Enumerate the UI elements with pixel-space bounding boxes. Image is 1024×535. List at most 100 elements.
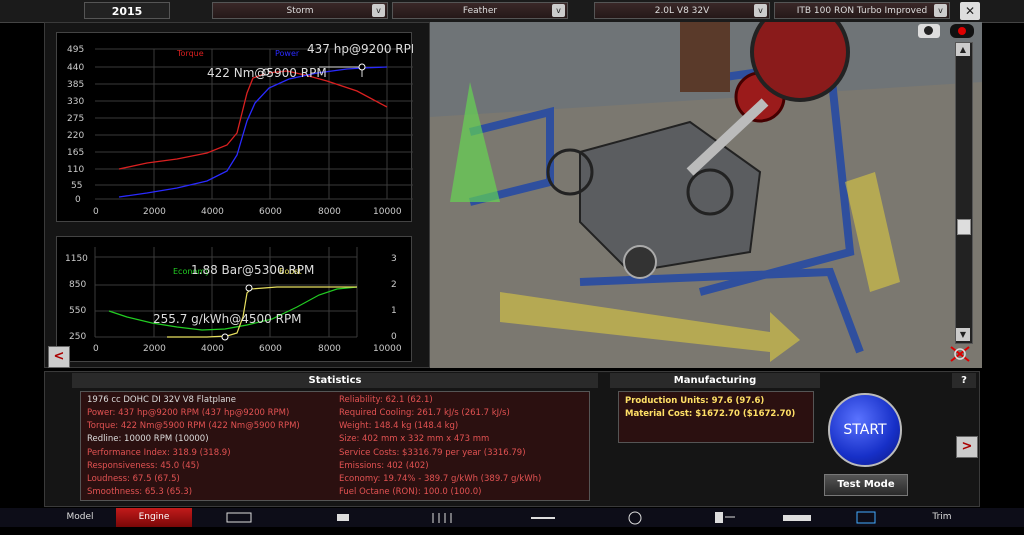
y-tick: 55 (71, 181, 82, 191)
boost-economy-chart: 1150 850 550 250 3 2 1 0 0 2000 4000 600… (65, 247, 402, 354)
stat-redline: Redline: 10000 RPM (10000) (87, 434, 209, 444)
y-tick-right: 3 (391, 254, 397, 264)
y-tick: 440 (67, 63, 84, 73)
close-button[interactable]: ✕ (960, 2, 980, 20)
legend-power: Power (275, 49, 300, 58)
x-tick: 4000 (201, 344, 224, 354)
family-value: Storm (286, 6, 314, 16)
stat-performance-index: Performance Index: 318.9 (318.9) (87, 448, 231, 458)
y-tick: 0 (75, 195, 81, 205)
test-mode-button[interactable]: Test Mode (824, 474, 908, 496)
camera-icon[interactable] (918, 24, 940, 38)
reset-view-icon[interactable] (948, 344, 972, 364)
stat-service-costs: Service Costs: $3316.79 per year (3316.7… (339, 448, 526, 458)
stat-reliability: Reliability: 62.1 (62.1) (339, 395, 433, 405)
fuel-icon[interactable] (680, 508, 766, 527)
tab-model[interactable]: Model (44, 508, 116, 527)
manufacturing-title: Manufacturing (610, 373, 820, 388)
economy-peak-marker (221, 333, 229, 341)
boost-peak-label: 1.88 Bar@5300 RPM (191, 263, 314, 277)
scroll-down-icon[interactable]: ▼ (956, 328, 970, 341)
prev-button[interactable]: < (48, 346, 70, 368)
stat-torque: Torque: 422 Nm@5900 RPM (422 Nm@5900 RPM… (87, 421, 300, 431)
statistics-box: 1976 cc DOHC DI 32V V8 Flatplane Power: … (80, 391, 590, 501)
scroll-thumb[interactable] (957, 219, 971, 235)
next-button[interactable]: > (956, 436, 978, 458)
turbo-icon[interactable] (592, 508, 678, 527)
y-tick-right: 1 (391, 306, 397, 316)
crank-icon[interactable] (300, 508, 386, 527)
stat-size: Size: 402 mm x 332 mm x 473 mm (339, 434, 490, 444)
block-icon[interactable] (196, 508, 282, 527)
scroll-up-icon[interactable]: ▲ (956, 43, 970, 56)
y-tick: 385 (67, 80, 84, 90)
exhaust-icon[interactable] (760, 508, 834, 527)
power-peak-label: 437 hp@9200 RPM (307, 42, 413, 56)
x-tick: 0 (93, 207, 99, 217)
y-tick-left: 550 (69, 306, 86, 316)
year-display: 2015 (84, 2, 170, 19)
y-tick: 165 (67, 148, 84, 158)
x-tick: 2000 (143, 344, 166, 354)
power-peak-marker (358, 63, 366, 71)
fuel-system-dropdown[interactable]: ITB 100 RON Turbo Improved v (774, 2, 950, 19)
x-tick: 8000 (318, 344, 341, 354)
chevron-down-icon[interactable]: v (754, 4, 767, 17)
cam-icon[interactable] (500, 508, 586, 527)
stat-emissions: Emissions: 402 (402) (339, 461, 429, 471)
x-tick: 10000 (373, 207, 402, 217)
engine-3d-view[interactable] (430, 22, 982, 368)
y-tick: 110 (67, 165, 84, 175)
engine-dropdown[interactable]: 2.0L V8 32V v (594, 2, 770, 19)
eye-icon[interactable] (950, 24, 974, 38)
y-tick: 495 (67, 45, 84, 55)
engine-value: 2.0L V8 32V (654, 6, 710, 16)
variant-value: Feather (462, 6, 498, 16)
material-cost: Material Cost: $1672.70 ($1672.70) (625, 409, 796, 419)
statistics-title: Statistics (72, 373, 598, 388)
stat-smoothness: Smoothness: 65.3 (65.3) (87, 487, 193, 497)
top-bar: 2015 Storm v Feather v 2.0L V8 32V v ITB… (0, 0, 1024, 23)
y-tick-left: 1150 (65, 254, 88, 264)
heads-icon[interactable] (400, 508, 486, 527)
power-torque-graph: 495 440 385 330 275 220 165 110 55 0 0 2… (56, 32, 421, 222)
x-tick: 6000 (259, 207, 282, 217)
stat-required-cooling: Required Cooling: 261.7 kJ/s (261.7 kJ/s… (339, 408, 510, 418)
chevron-down-icon[interactable]: v (552, 4, 565, 17)
zoom-scrollbar[interactable]: ▲ ▼ (955, 42, 973, 344)
barrel (680, 22, 730, 92)
y-tick: 275 (67, 114, 84, 124)
engine-scene (430, 22, 982, 368)
boost-peak-marker (245, 284, 253, 292)
manufacturing-box: Production Units: 97.6 (97.6) Material C… (618, 391, 814, 443)
power-torque-chart: 495 440 385 330 275 220 165 110 55 0 0 2… (67, 42, 421, 217)
family-dropdown[interactable]: Storm v (212, 2, 388, 19)
dyno-wheel (750, 22, 850, 102)
tab-engine[interactable]: Engine (116, 508, 192, 527)
production-units: Production Units: 97.6 (97.6) (625, 396, 765, 406)
x-tick: 0 (93, 344, 99, 354)
x-tick: 6000 (259, 344, 282, 354)
tab-trim[interactable]: Trim (906, 508, 978, 527)
stat-power: Power: 437 hp@9200 RPM (437 hp@9200 RPM) (87, 408, 290, 418)
stat-fuel-octane: Fuel Octane (RON): 100.0 (100.0) (339, 487, 482, 497)
bottom-tab-bar: Model Engine Trim (0, 508, 1024, 527)
start-button[interactable]: START (828, 393, 902, 467)
y-tick-right: 0 (391, 332, 397, 342)
x-tick: 8000 (318, 207, 341, 217)
x-tick: 4000 (201, 207, 224, 217)
help-button[interactable]: ? (952, 373, 976, 388)
x-tick: 10000 (373, 344, 402, 354)
variant-dropdown[interactable]: Feather v (392, 2, 568, 19)
torque-curve (118, 70, 388, 170)
stat-responsiveness: Responsiveness: 45.0 (45) (87, 461, 200, 471)
engine-description: 1976 cc DOHC DI 32V V8 Flatplane (87, 395, 237, 405)
chevron-down-icon[interactable]: v (934, 4, 947, 17)
tuning-icon[interactable] (834, 508, 900, 527)
boost-economy-graph: 1150 850 550 250 3 2 1 0 0 2000 4000 600… (56, 236, 412, 362)
stat-weight: Weight: 148.4 kg (148.4 kg) (339, 421, 459, 431)
fuel-system-value: ITB 100 RON Turbo Improved (796, 6, 928, 16)
chevron-down-icon[interactable]: v (372, 4, 385, 17)
economy-peak-label: 255.7 g/kWh@4500 RPM (153, 312, 302, 326)
legend-torque: Torque (176, 49, 204, 58)
